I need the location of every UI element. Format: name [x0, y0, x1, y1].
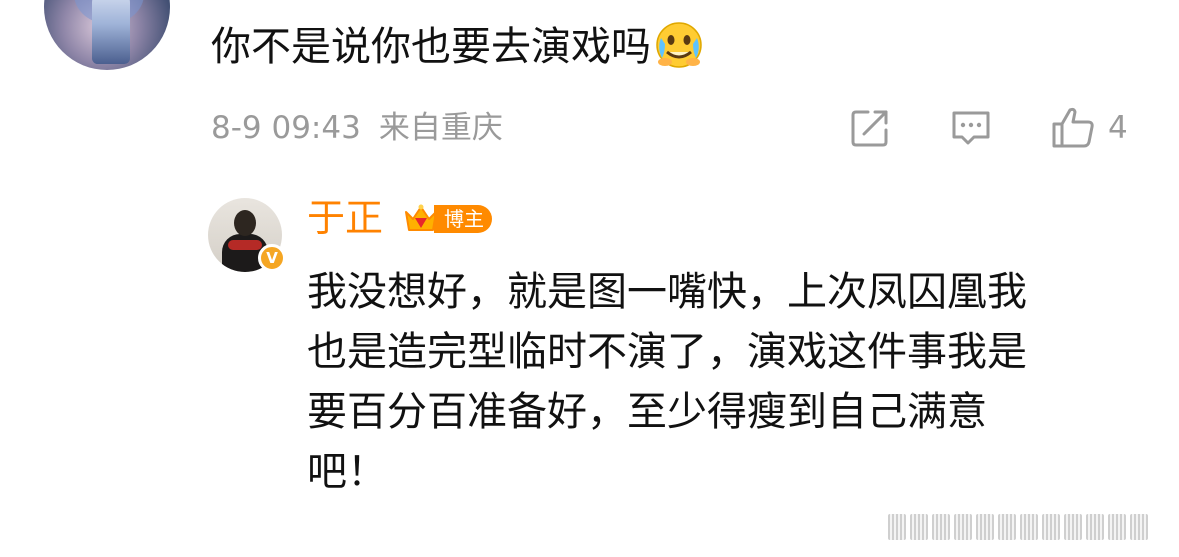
watermark-glyph	[1064, 514, 1082, 540]
comment-meta: 8-9 09:43 来自重庆	[211, 108, 503, 148]
reply-button[interactable]	[948, 104, 994, 152]
watermark-glyph	[932, 514, 950, 540]
watermark-glyph	[1042, 514, 1060, 540]
like-button[interactable]: 4	[1050, 104, 1128, 152]
watermark-glyph	[954, 514, 972, 540]
next-comment-meta-cutoff	[300, 544, 1160, 557]
watermark-glyph	[1130, 514, 1148, 540]
comment-date: 8-9 09:43	[211, 110, 361, 146]
avatar-figure	[92, 0, 130, 64]
reply-body: 我没想好，就是图一嘴快，上次凤囚凰我 也是造完型临时不演了，演戏这件事我是 要百…	[307, 262, 1167, 502]
watermark-glyph	[1020, 514, 1038, 540]
watermark	[888, 512, 1170, 542]
reply-line: 也是造完型临时不演了，演戏这件事我是	[307, 329, 1027, 375]
weibo-comment-thread: 你不是说你也要去演戏吗 8-9 09:43 来自重庆 4 V 于正 博主 我没想…	[0, 0, 1179, 557]
watermark-glyph	[910, 514, 928, 540]
watermark-glyph	[1108, 514, 1126, 540]
reply-line: 要百分百准备好，至少得瘦到自己满意	[307, 389, 987, 435]
like-count: 4	[1108, 110, 1128, 146]
watermark-glyph	[976, 514, 994, 540]
crying-smile-emoji-icon	[653, 18, 705, 70]
comment-location: 来自重庆	[378, 110, 503, 146]
avatar-scarf	[228, 240, 262, 250]
comment-icon	[952, 111, 990, 145]
host-badge: 博主	[402, 202, 492, 236]
share-icon	[851, 110, 888, 147]
avatar-head	[234, 210, 256, 236]
watermark-glyph	[1086, 514, 1104, 540]
watermark-glyph	[998, 514, 1016, 540]
verified-badge: V	[258, 244, 286, 272]
host-badge-label: 博主	[434, 205, 492, 233]
watermark-glyph	[888, 514, 906, 540]
comment-body: 你不是说你也要去演戏吗	[211, 18, 705, 72]
commenter-avatar[interactable]	[44, 0, 170, 70]
comment-text: 你不是说你也要去演戏吗	[211, 24, 651, 70]
thumbs-up-icon	[1052, 107, 1094, 148]
reply-line: 吧！	[307, 449, 387, 495]
share-button[interactable]	[848, 104, 892, 152]
reply-line: 我没想好，就是图一嘴快，上次凤囚凰我	[307, 269, 1027, 315]
reply-author-name[interactable]: 于正	[307, 194, 383, 242]
